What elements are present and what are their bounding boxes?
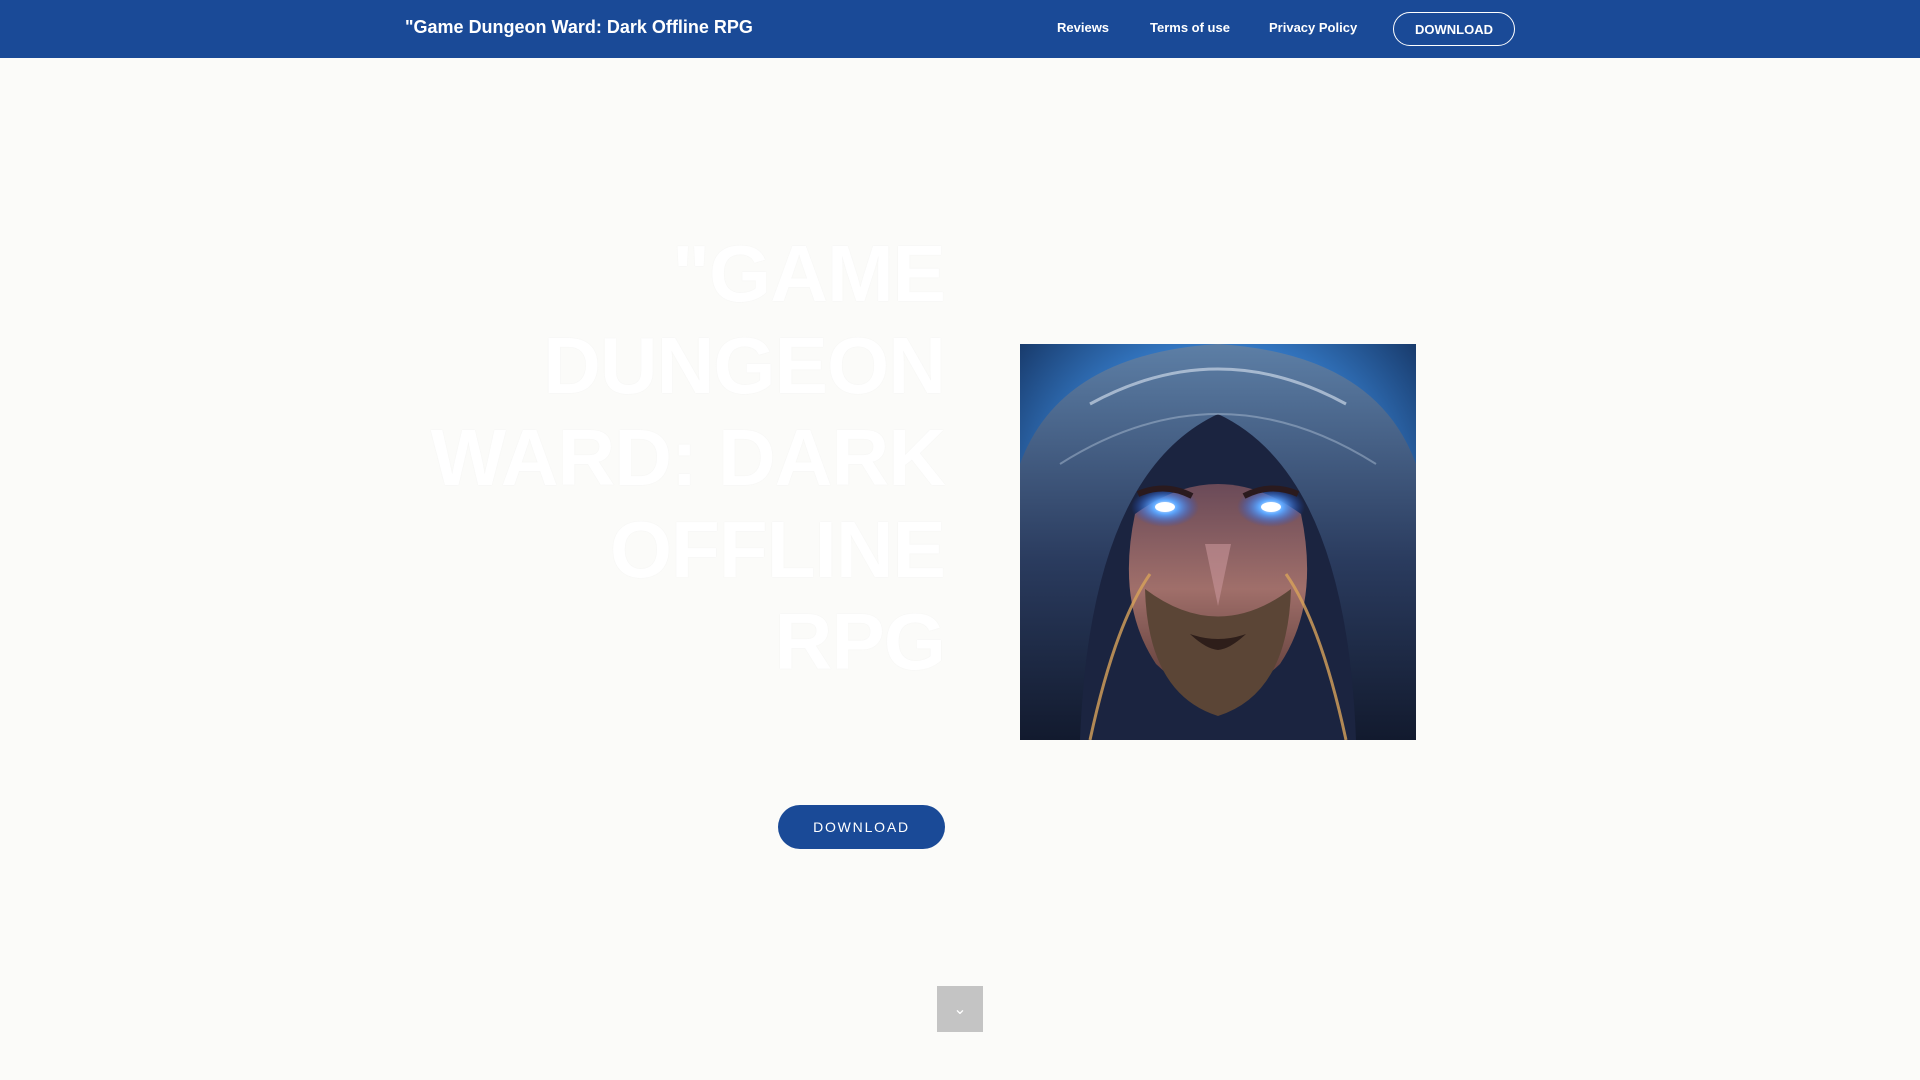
nav-link-privacy-policy[interactable]: Privacy Policy <box>1269 20 1357 35</box>
nav-link-reviews[interactable]: Reviews <box>1057 20 1109 35</box>
top-navbar: "Game Dungeon Ward: Dark Offline RPG Rev… <box>0 0 1920 58</box>
site-brand[interactable]: "Game Dungeon Ward: Dark Offline RPG <box>405 17 753 38</box>
nav-link-terms-of-use[interactable]: Terms of use <box>1150 20 1230 35</box>
chevron-down-icon: ⌄ <box>953 1001 967 1018</box>
hero-title: "GAME DUNGEON WARD: DARK OFFLINE RPG <box>430 229 946 686</box>
hooded-warrior-image <box>1020 344 1416 740</box>
scroll-down-button[interactable]: ⌄ <box>937 986 983 1032</box>
hero-image <box>1020 344 1416 740</box>
hero-download-button[interactable]: DOWNLOAD <box>778 805 945 849</box>
nav-download-button[interactable]: DOWNLOAD <box>1393 12 1515 46</box>
